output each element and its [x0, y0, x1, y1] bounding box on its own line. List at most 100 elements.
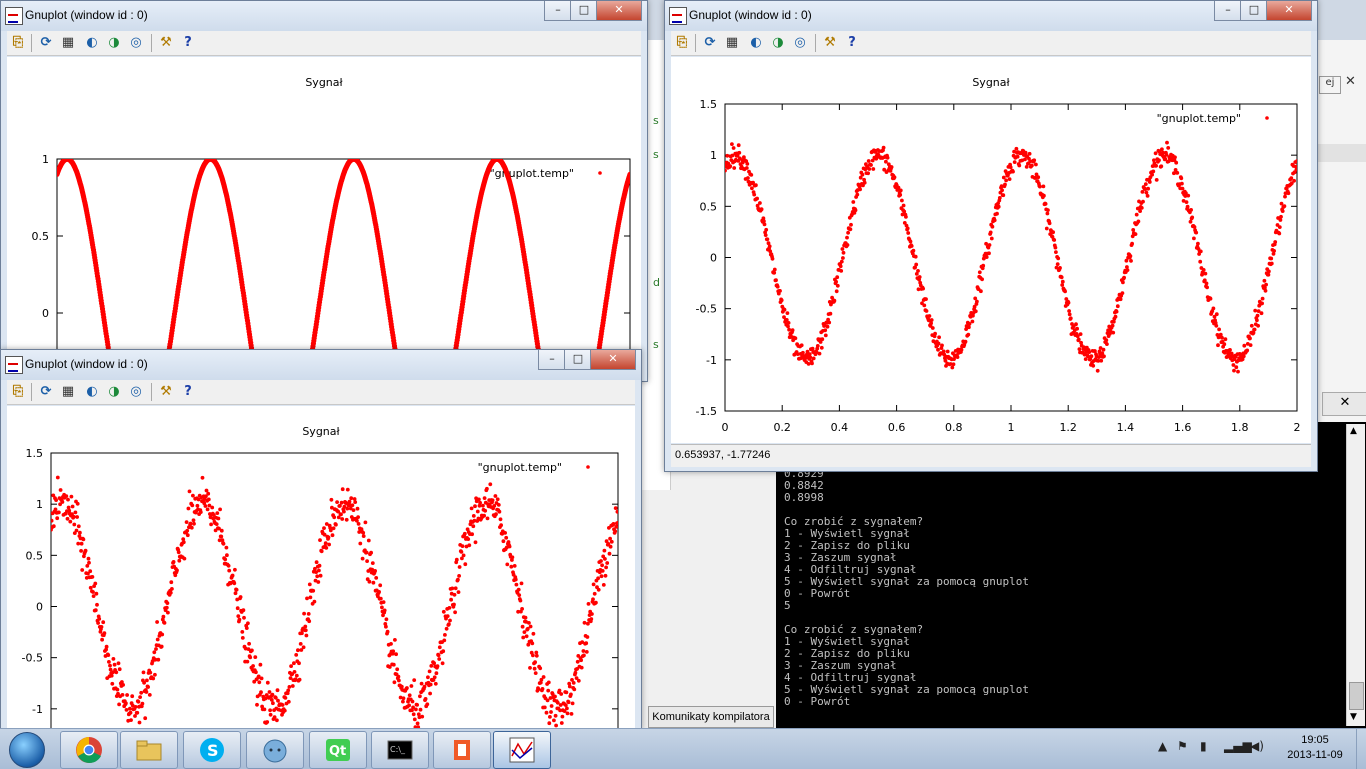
power-icon[interactable]: ▮ — [1200, 739, 1207, 753]
plot-area[interactable]: Sygnał10.50-0.5"gnuplot.temp" — [7, 57, 641, 381]
scroll-thumb[interactable] — [1349, 682, 1364, 710]
data-point — [432, 661, 436, 665]
minimize-button[interactable]: – — [538, 350, 566, 370]
data-point — [308, 583, 312, 587]
zoom-prev-icon[interactable]: ◐ — [747, 34, 765, 52]
close-button[interactable]: ✕ — [596, 1, 642, 21]
help-icon[interactable]: ? — [179, 34, 197, 52]
autoscale-icon[interactable]: ◎ — [127, 34, 145, 52]
flag-icon[interactable]: ⚑ — [1177, 739, 1188, 753]
taskbar-explorer[interactable] — [120, 731, 178, 769]
minimize-button[interactable]: – — [1214, 1, 1242, 21]
scroll-down-icon[interactable]: ▼ — [1350, 712, 1357, 722]
x-tick-label: 0.4 — [831, 421, 849, 434]
data-point — [142, 671, 146, 675]
console-close-button[interactable]: ✕ — [1322, 392, 1366, 416]
grid-icon[interactable]: ▦ — [723, 34, 741, 52]
minimize-button[interactable]: – — [544, 1, 572, 21]
data-point — [855, 193, 859, 197]
maximize-button[interactable]: □ — [1240, 1, 1268, 21]
window-titlebar[interactable]: Gnuplot (window id : 0)–□✕ — [1, 1, 647, 31]
data-point — [601, 569, 605, 573]
zoom-prev-icon[interactable]: ◐ — [83, 34, 101, 52]
data-point — [871, 167, 875, 171]
close-button[interactable]: ✕ — [1266, 1, 1312, 21]
maximize-button[interactable]: □ — [570, 1, 598, 21]
data-point — [1224, 337, 1228, 341]
replot-icon[interactable]: ⟳ — [37, 383, 55, 401]
close-button[interactable]: ✕ — [590, 350, 636, 370]
help-icon[interactable]: ? — [179, 383, 197, 401]
taskbar-finder[interactable] — [246, 731, 304, 769]
options-icon[interactable]: ⚒ — [157, 34, 175, 52]
tray-expand-icon[interactable]: ▲ — [1158, 739, 1167, 753]
zoom-next-icon[interactable]: ◑ — [105, 383, 123, 401]
gnuplot-window[interactable]: Gnuplot (window id : 0)–□✕⎘⟳▦◐◑◎⚒?Sygnał… — [664, 0, 1318, 472]
ide-side-button[interactable]: ej — [1319, 76, 1341, 94]
copy-clipboard-icon[interactable]: ⎘ — [673, 34, 691, 52]
clock[interactable]: 19:05 2013-11-09 — [1280, 733, 1350, 763]
grid-icon[interactable]: ▦ — [59, 34, 77, 52]
autoscale-icon[interactable]: ◎ — [127, 383, 145, 401]
console-scrollbar[interactable]: ▲ ▼ — [1346, 424, 1365, 726]
data-point — [483, 509, 487, 513]
grid-icon[interactable]: ▦ — [59, 383, 77, 401]
data-point — [833, 299, 837, 303]
data-point — [124, 701, 128, 705]
zoom-prev-icon[interactable]: ◐ — [83, 383, 101, 401]
start-button[interactable] — [4, 731, 48, 767]
x-tick-label: 0.2 — [773, 421, 791, 434]
data-point — [284, 696, 288, 700]
taskbar-qt-creator[interactable]: Qt — [309, 731, 367, 769]
volume-icon[interactable]: ◀) — [1250, 739, 1264, 753]
data-point — [535, 654, 539, 658]
data-point — [840, 260, 844, 264]
data-point — [324, 546, 328, 550]
data-point — [1138, 209, 1142, 213]
taskbar-foxit[interactable] — [433, 731, 491, 769]
data-point — [981, 264, 985, 268]
compiler-messages-tab[interactable]: Komunikaty kompilatora — [648, 706, 774, 728]
zoom-next-icon[interactable]: ◑ — [105, 34, 123, 52]
data-point — [368, 580, 372, 584]
copy-clipboard-icon[interactable]: ⎘ — [9, 34, 27, 52]
gnuplot-window[interactable]: Gnuplot (window id : 0)–□✕ ⎘ ⟳▦ ◐◑◎ ⚒? Sygnał… — [0, 349, 642, 730]
data-point — [488, 482, 492, 486]
taskbar-cmd[interactable]: C:\_ — [371, 731, 429, 769]
data-point — [1130, 242, 1134, 246]
data-point — [461, 544, 465, 548]
options-icon[interactable]: ⚒ — [821, 34, 839, 52]
cat-icon — [261, 736, 289, 764]
window-titlebar[interactable]: Gnuplot (window id : 0)–□✕ — [665, 1, 1317, 31]
taskbar-skype[interactable]: S — [183, 731, 241, 769]
window-titlebar[interactable]: Gnuplot (window id : 0)–□✕ — [1, 350, 641, 380]
data-point — [989, 231, 993, 235]
replot-icon[interactable]: ⟳ — [701, 34, 719, 52]
autoscale-icon[interactable]: ◎ — [791, 34, 809, 52]
copy-clipboard-icon[interactable]: ⎘ — [9, 383, 27, 401]
maximize-button[interactable]: □ — [564, 350, 592, 370]
data-point — [275, 718, 279, 722]
zoom-next-icon[interactable]: ◑ — [769, 34, 787, 52]
replot-icon[interactable]: ⟳ — [37, 34, 55, 52]
data-point — [242, 608, 246, 612]
data-point — [1198, 260, 1202, 264]
scroll-up-icon[interactable]: ▲ — [1350, 426, 1357, 436]
help-icon[interactable]: ? — [843, 34, 861, 52]
network-icon[interactable]: ▂▄▆ — [1224, 739, 1252, 753]
data-point — [80, 568, 84, 572]
data-point — [75, 515, 79, 519]
plot-area[interactable]: Sygnał1.510.50-0.5-1"gnuplot.temp" — [7, 406, 635, 729]
options-icon[interactable]: ⚒ — [157, 383, 175, 401]
taskbar-gnuplot[interactable] — [493, 731, 551, 769]
ide-side-close-icon[interactable]: ✕ — [1345, 74, 1356, 89]
toolbar-separator — [31, 383, 32, 401]
data-point — [918, 275, 922, 279]
data-point — [884, 160, 888, 164]
plot-area[interactable]: Sygnał1.510.50-0.5-1-1.500.20.40.60.811.… — [671, 57, 1311, 443]
data-point — [608, 537, 612, 541]
show-desktop-button[interactable] — [1356, 729, 1366, 769]
data-point — [898, 193, 902, 197]
taskbar-chrome[interactable] — [60, 731, 118, 769]
gnuplot-window[interactable]: Gnuplot (window id : 0)–□✕ ⎘ ⟳▦ ◐◑◎ ⚒? Sygnał… — [0, 0, 648, 382]
